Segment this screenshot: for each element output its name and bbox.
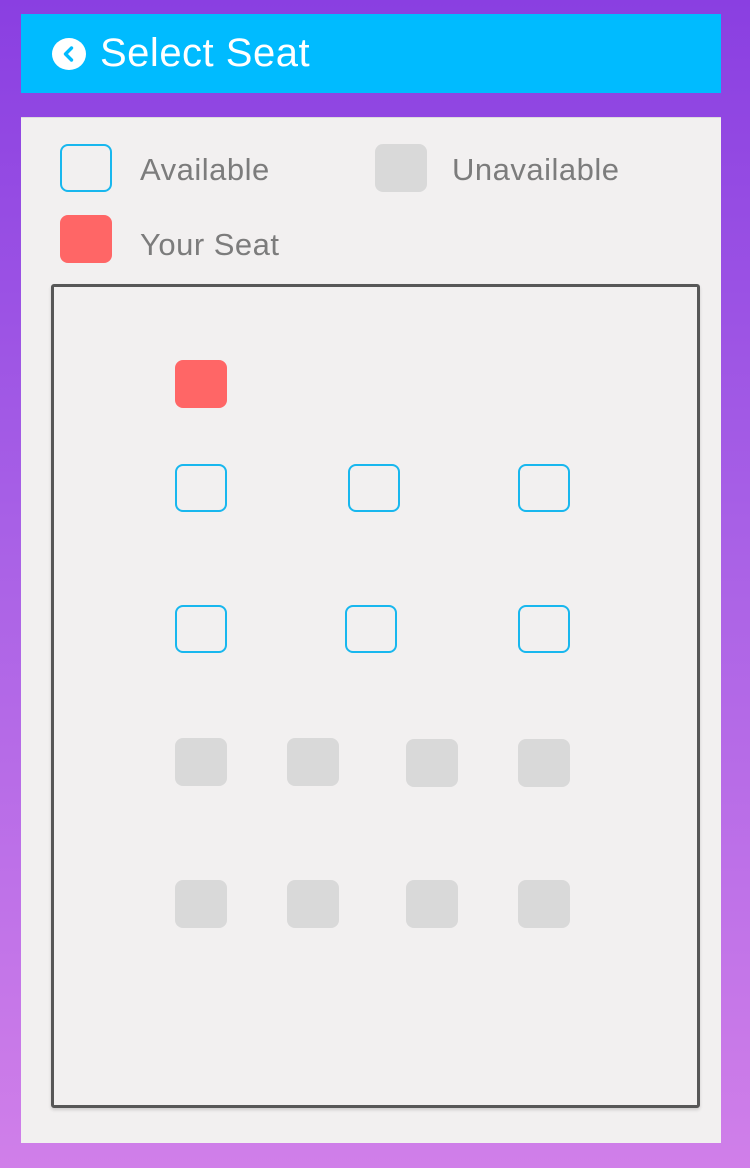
seat-available[interactable]	[518, 605, 570, 653]
legend-your-seat-label: Your Seat	[140, 227, 280, 262]
legend-available-swatch	[60, 144, 112, 192]
chevron-left-circle-icon	[60, 45, 78, 63]
seat-unavailable	[518, 739, 570, 787]
legend-unavailable-label: Unavailable	[452, 152, 620, 187]
seat-available[interactable]	[345, 605, 397, 653]
seat-your-seat[interactable]	[175, 360, 227, 408]
seat-unavailable	[518, 880, 570, 928]
seat-unavailable	[406, 739, 458, 787]
legend-available-label: Available	[140, 152, 270, 187]
legend-unavailable-swatch	[375, 144, 427, 192]
back-button[interactable]	[52, 38, 86, 70]
seat-unavailable	[287, 738, 339, 786]
seat-available[interactable]	[518, 464, 570, 512]
seat-unavailable	[175, 880, 227, 928]
seat-available[interactable]	[175, 605, 227, 653]
seat-unavailable	[406, 880, 458, 928]
legend-your-seat-swatch	[60, 215, 112, 263]
page-title: Select Seat	[100, 31, 311, 75]
seat-unavailable	[287, 880, 339, 928]
seat-available[interactable]	[175, 464, 227, 512]
seat-map	[51, 284, 700, 1108]
seat-available[interactable]	[348, 464, 400, 512]
seat-unavailable	[175, 738, 227, 786]
